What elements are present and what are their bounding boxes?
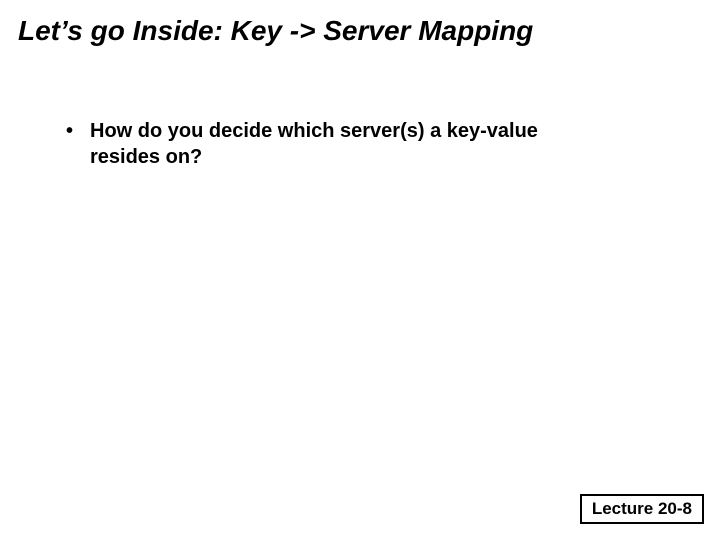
slide-number-label: Lecture 20-8 — [592, 499, 692, 518]
slide: Let’s go Inside: Key -> Server Mapping •… — [0, 0, 720, 540]
slide-title: Let’s go Inside: Key -> Server Mapping — [18, 14, 702, 48]
bullet-icon: • — [66, 118, 90, 144]
slide-number-box: Lecture 20-8 — [580, 494, 704, 524]
slide-body: • How do you decide which server(s) a ke… — [18, 118, 702, 170]
list-item: • How do you decide which server(s) a ke… — [66, 118, 702, 170]
bullet-text: How do you decide which server(s) a key-… — [90, 118, 610, 170]
